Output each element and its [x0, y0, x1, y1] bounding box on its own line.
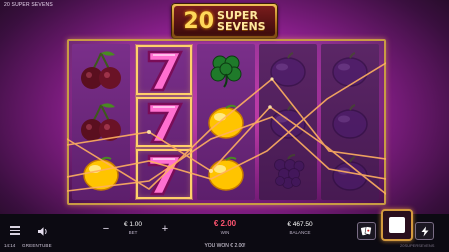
reel-3: [197, 44, 255, 200]
balance-label: BALANCE: [289, 230, 311, 235]
bet-increase-button[interactable]: +: [159, 223, 171, 235]
seven-symbol: [135, 148, 193, 200]
lemon-symbol: [72, 148, 130, 200]
bet-value: € 1.00: [123, 221, 143, 228]
bet-decrease-button[interactable]: −: [100, 223, 112, 235]
reel-1: [72, 44, 130, 200]
game-code: 20SUPERSEVENS: [400, 243, 435, 248]
gamble-cards-icon: [361, 226, 372, 236]
win-value: € 2.00: [213, 219, 237, 228]
turbo-lightning-icon: [421, 226, 428, 236]
game-logo: 20 SUPER SEVENS: [171, 3, 278, 39]
reel-2: [135, 44, 193, 200]
clock: 14:14: [4, 243, 16, 248]
seven-symbol: [135, 96, 193, 148]
reel-4: [259, 44, 317, 200]
plum-symbol: [259, 96, 317, 148]
spin-stop-button[interactable]: [381, 209, 413, 241]
seven-symbol: [135, 44, 193, 96]
turbo-button[interactable]: [415, 222, 434, 240]
cherry-symbol: [72, 96, 130, 148]
logo-number: 20: [183, 8, 215, 34]
plum-symbol: [259, 44, 317, 96]
reel-5: [321, 44, 379, 200]
plum-symbol: [321, 148, 379, 200]
grapes-symbol: [259, 148, 317, 200]
gamble-cards-button[interactable]: [357, 222, 376, 240]
plum-symbol: [321, 44, 379, 96]
win-label: WIN: [220, 230, 230, 235]
logo-word-sevens: SEVENS: [217, 20, 266, 33]
cherry-symbol: [72, 44, 130, 96]
balance-value: € 467.50: [287, 221, 313, 228]
menu-icon[interactable]: [10, 226, 20, 235]
brand-name: GREENTUBE: [22, 243, 52, 248]
status-message: YOU WON € 2.00!: [204, 243, 246, 249]
lemon-symbol: [197, 96, 255, 148]
bet-label: BET: [128, 230, 138, 235]
stop-square-icon: [389, 217, 405, 233]
speaker-icon[interactable]: [37, 224, 49, 242]
game-title: 20 SUPER SEVENS: [4, 2, 53, 8]
clover-symbol: [197, 44, 255, 96]
lemon-symbol: [197, 148, 255, 200]
plum-symbol: [321, 96, 379, 148]
reels-area: [67, 39, 386, 205]
